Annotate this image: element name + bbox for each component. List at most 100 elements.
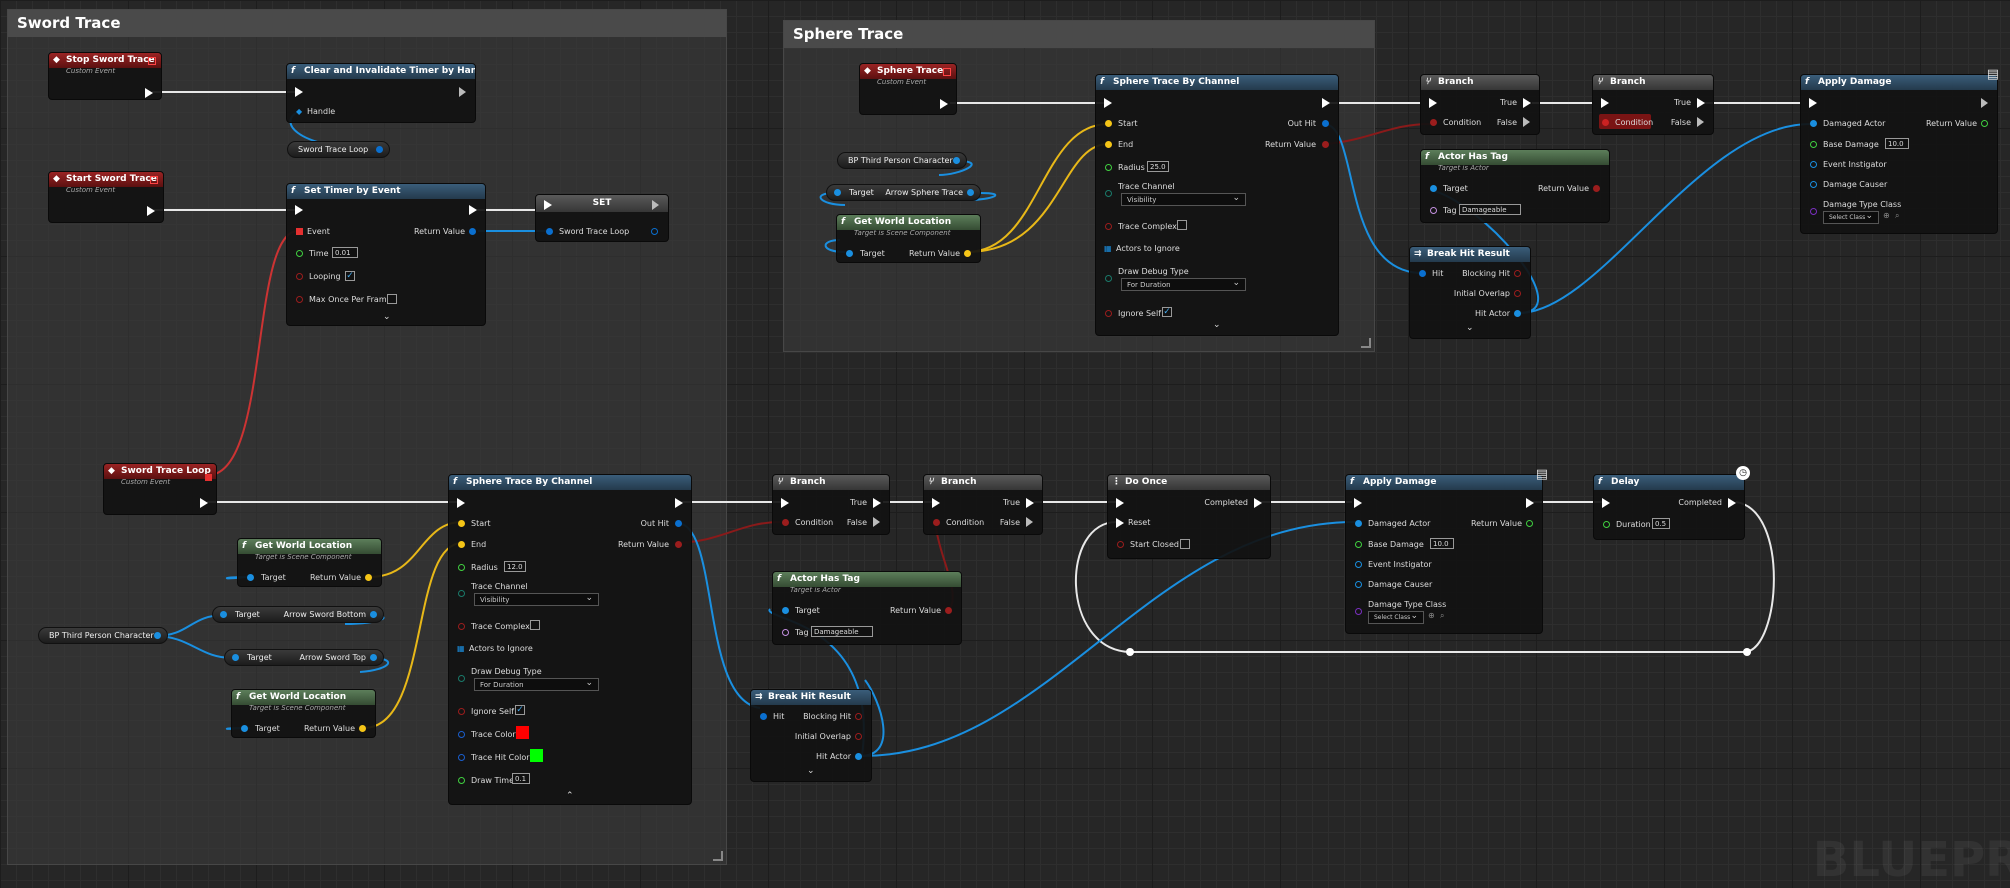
object-out-pin[interactable] (370, 611, 377, 618)
sword-trace-loop-variable-getter[interactable]: Sword Trace Loop (287, 141, 390, 158)
bp-third-person-character-getter[interactable]: BP Third Person Character (837, 152, 967, 169)
apply-damage-node[interactable]: f Apply Damage ▤ Damaged Actor Return Val… (1800, 67, 1999, 234)
arrow-sword-top-getter[interactable]: Target Arrow Sword Top (224, 649, 384, 666)
bool-pin[interactable] (1105, 223, 1112, 230)
exec-out-pin[interactable] (940, 99, 948, 109)
bool-pin[interactable] (296, 296, 303, 303)
base-damage-input[interactable]: 10.0 (1430, 538, 1454, 549)
target-pin[interactable] (247, 574, 254, 581)
class-pin[interactable] (1355, 608, 1362, 615)
time-input[interactable]: 0.01 (332, 247, 358, 258)
radius-input[interactable]: 25.0 (1147, 161, 1169, 172)
use-selected-icon[interactable]: ⊕ (1883, 211, 1890, 220)
vector-pin[interactable] (1105, 141, 1112, 148)
sword-trace-loop-event-node[interactable]: ◆ Sword Trace Loop Custom Event (103, 463, 217, 515)
color-pin[interactable] (458, 754, 465, 761)
bool-out-pin[interactable] (855, 713, 862, 720)
exec-out-pin[interactable] (469, 205, 477, 215)
collapse-chevron-icon[interactable]: ⌃ (566, 791, 574, 801)
get-world-location-node[interactable]: f Get World Location Target is Scene Comp… (231, 689, 376, 738)
exec-in-pin[interactable] (1354, 498, 1362, 508)
branch-node[interactable]: ⑂ Branch True Condition False (1420, 74, 1540, 135)
arrow-sword-bottom-getter[interactable]: Target Arrow Sword Bottom (212, 606, 384, 623)
exec-out-pin-false[interactable] (1026, 517, 1034, 527)
expand-chevron-icon[interactable]: ⌄ (807, 766, 815, 776)
start-sword-trace-event-node[interactable]: ◆ Start Sword Trace Custom Event (48, 171, 164, 223)
array-pin-icon[interactable]: ▦ (1104, 244, 1112, 253)
ignore-self-checkbox[interactable]: ✓ (1162, 307, 1172, 317)
name-pin[interactable] (782, 629, 789, 636)
exec-out-pin[interactable] (1728, 498, 1736, 508)
vector-out-pin[interactable] (359, 725, 366, 732)
exec-out-pin-false[interactable] (1697, 117, 1705, 127)
break-hit-result-node[interactable]: ⇉ Break Hit Result Hit Blocking Hit Initi… (750, 689, 872, 782)
delegate-pin-icon[interactable] (148, 57, 156, 65)
sphere-trace-by-channel-node[interactable]: f Sphere Trace By Channel Start Out Hit E… (1095, 74, 1339, 336)
exec-out-pin-true[interactable] (873, 498, 881, 508)
bool-pin[interactable] (1117, 541, 1124, 548)
target-pin[interactable] (220, 611, 227, 618)
exec-out-pin[interactable] (145, 88, 153, 98)
exec-out-pin[interactable] (200, 498, 208, 508)
condition-pin[interactable] (1430, 119, 1437, 126)
target-pin[interactable] (1430, 185, 1437, 192)
float-pin[interactable] (296, 250, 303, 257)
ignore-self-checkbox[interactable]: ✓ (515, 705, 525, 715)
exec-in-pin[interactable] (1602, 498, 1610, 508)
max-once-checkbox[interactable] (387, 294, 397, 304)
struct-pin[interactable] (546, 228, 553, 235)
bool-out-pin[interactable] (1514, 270, 1521, 277)
exec-out-pin[interactable] (147, 206, 155, 216)
use-selected-icon[interactable]: ⊕ (1428, 611, 1435, 620)
object-pin[interactable] (953, 157, 960, 164)
apply-damage-node[interactable]: f Apply Damage ▤ Damaged Actor Return Val… (1345, 467, 1548, 634)
exec-out-pin-false[interactable] (873, 517, 881, 527)
set-variable-node[interactable]: SET Sword Trace Loop (535, 194, 669, 242)
enum-pin[interactable] (458, 590, 465, 597)
tag-input[interactable]: Damageable (811, 626, 873, 637)
draw-debug-type-select[interactable]: For Duration (474, 677, 599, 691)
damage-type-class-select[interactable]: Select Class (1823, 210, 1879, 224)
sphere-trace-event-node[interactable]: ◆ Sphere Trace Custom Event (859, 63, 957, 115)
exec-in-pin[interactable] (781, 498, 789, 508)
bool-pin[interactable] (458, 623, 465, 630)
pin-label-icon[interactable]: ◆ (296, 107, 302, 116)
stop-sword-trace-event-node[interactable]: ◆ Stop Sword Trace Custom Event (48, 52, 162, 100)
actor-pin[interactable] (1355, 581, 1362, 588)
bool-pin[interactable] (1105, 310, 1112, 317)
draw-time-input[interactable]: 0.1 (512, 773, 530, 784)
get-world-location-node[interactable]: f Get World Location Target is Scene Comp… (237, 538, 382, 587)
exec-in-pin[interactable] (1116, 498, 1124, 508)
trace-complex-checkbox[interactable] (1177, 220, 1187, 230)
looping-checkbox[interactable]: ✓ (345, 271, 355, 281)
exec-out-pin[interactable] (1981, 98, 1989, 108)
exec-out-pin-true[interactable] (1523, 98, 1531, 108)
float-pin[interactable] (1105, 164, 1112, 171)
vector-pin[interactable] (458, 520, 465, 527)
exec-out-pin[interactable] (675, 498, 683, 508)
float-out-pin[interactable] (1981, 120, 1988, 127)
exec-out-pin[interactable] (1254, 498, 1262, 508)
branch-node[interactable]: ⑂ Branch True Condition False (923, 474, 1043, 535)
struct-pin[interactable] (376, 146, 383, 153)
color-pin[interactable] (458, 731, 465, 738)
bool-out-pin[interactable] (675, 541, 682, 548)
object-out-pin[interactable] (370, 654, 377, 661)
bool-out-pin[interactable] (945, 607, 952, 614)
expand-chevron-icon[interactable]: ⌄ (1213, 320, 1221, 330)
trace-hit-color-swatch[interactable] (530, 749, 543, 762)
browse-icon[interactable]: ⌕ (1895, 211, 1899, 221)
condition-pin[interactable] (782, 519, 789, 526)
target-pin[interactable] (834, 189, 841, 196)
object-out-pin[interactable] (855, 753, 862, 760)
name-pin[interactable] (1430, 207, 1437, 214)
trace-channel-select[interactable]: Visibility (474, 592, 599, 606)
hit-result-out-pin[interactable] (675, 520, 682, 527)
bool-out-pin[interactable] (1514, 290, 1521, 297)
browse-icon[interactable]: ⌕ (1440, 611, 1444, 621)
array-pin-icon[interactable]: ▦ (457, 644, 465, 653)
float-pin[interactable] (1603, 521, 1610, 528)
exec-out-pin-true[interactable] (1026, 498, 1034, 508)
bool-out-pin[interactable] (855, 733, 862, 740)
exec-in-pin[interactable] (1601, 98, 1609, 108)
